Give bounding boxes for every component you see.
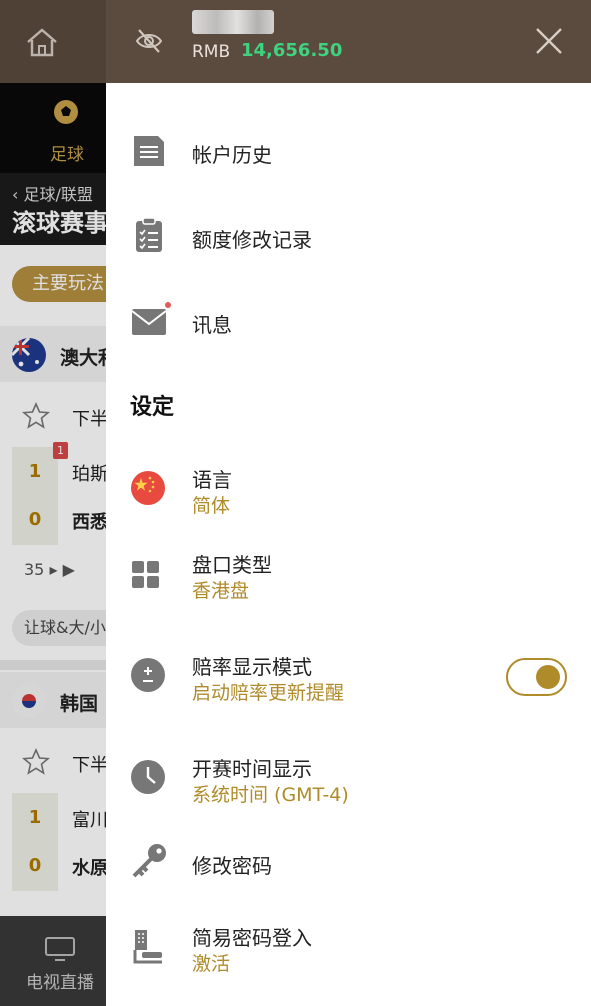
door-lock-icon [133,930,162,964]
toggle-knob [536,665,560,689]
setting-label: 开赛时间显示 [192,757,312,781]
plus-minus-icon [131,658,165,692]
drawer-backdrop[interactable] [0,0,106,1006]
setting-value: 启动赔率更新提醒 [192,682,345,704]
balance-amount: 14,656.50 [241,40,343,61]
clock-icon [131,760,165,794]
setting-kickoff-time[interactable]: 开赛时间显示 系统时间 (GMT-4) [106,749,591,809]
setting-label: 盘口类型 [192,553,272,577]
setting-change-password[interactable]: 修改密码 [106,840,591,890]
drawer-header: RMB 14,656.50 [106,0,591,83]
setting-odds-type[interactable]: 盘口类型 香港盘 [106,545,591,605]
setting-value: 系统时间 (GMT-4) [192,784,349,806]
clipboard-checklist-icon [136,217,162,252]
setting-value: 简体 [192,495,231,517]
menu-item-credit-records[interactable]: 额度修改记录 [106,210,591,262]
china-flag-icon [131,471,165,505]
setting-value: 激活 [192,953,231,975]
odds-update-alert-toggle[interactable] [506,658,567,696]
setting-language[interactable]: 语言 简体 [106,460,591,520]
menu-item-label: 额度修改记录 [192,228,312,252]
close-icon[interactable] [532,24,566,58]
document-icon [134,136,164,166]
menu-item-account-history[interactable]: 帐户历史 [106,125,591,177]
setting-label: 赔率显示模式 [192,655,312,679]
username-blurred [192,10,274,34]
grid-icon [132,561,159,588]
setting-label: 修改密码 [192,854,272,878]
settings-heading: 设定 [130,395,175,420]
side-drawer: RMB 14,656.50 帐户历史 额度修改记录 讯息 设定 语言 简体 盘口… [106,0,591,1006]
menu-item-label: 帐户历史 [192,143,272,167]
balance-currency: RMB [192,42,231,62]
eye-slash-icon[interactable] [134,26,164,56]
setting-value: 香港盘 [192,580,250,602]
setting-simple-password-login[interactable]: 简易密码登入 激活 [106,918,591,978]
mail-icon [131,302,171,335]
key-icon [132,844,166,878]
menu-item-label: 讯息 [192,313,232,337]
setting-label: 简易密码登入 [192,926,312,950]
menu-item-messages[interactable]: 讯息 [106,295,591,347]
setting-label: 语言 [192,468,232,492]
